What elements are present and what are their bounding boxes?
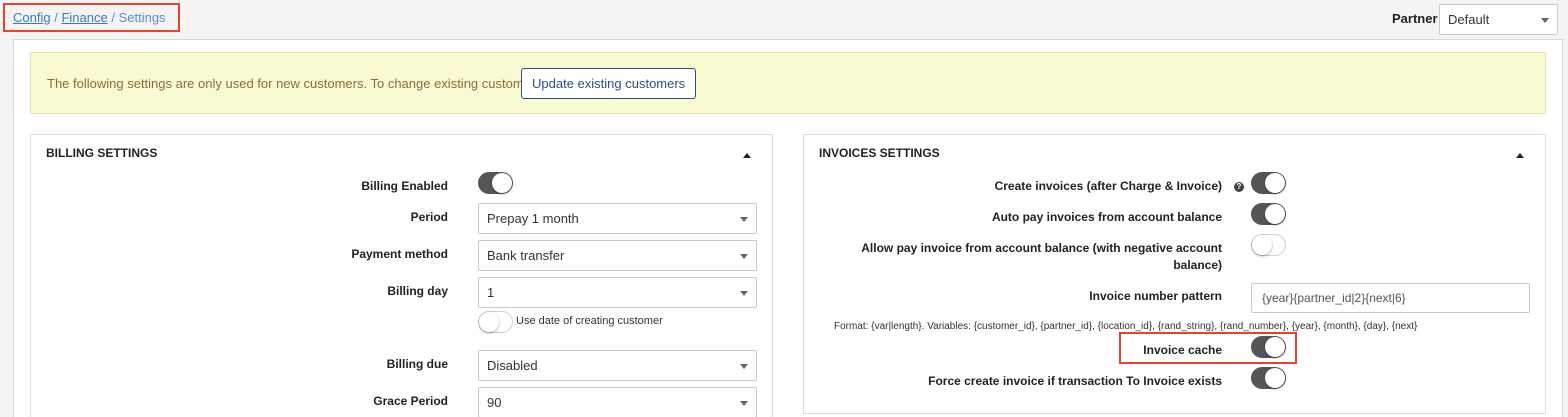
grace-period-select-value: 90 — [487, 395, 502, 410]
chevron-down-icon — [740, 401, 748, 406]
breadcrumb: Config / Finance / Settings — [3, 3, 180, 32]
partner-select-value: Default — [1448, 12, 1490, 27]
chevron-down-icon — [1541, 18, 1549, 23]
partner-label: Partner — [1392, 11, 1438, 26]
allow-pay-label-continued: balance) — [1173, 258, 1222, 272]
breadcrumb-separator: / — [111, 10, 115, 25]
billing-day-select[interactable]: 1 — [478, 277, 757, 308]
billing-day-select-value: 1 — [487, 285, 495, 300]
period-label: Period — [410, 210, 448, 224]
billing-due-select[interactable]: Disabled — [478, 350, 757, 381]
breadcrumb-link-finance[interactable]: Finance — [61, 10, 107, 25]
notice-text: The following settings are only used for… — [47, 76, 546, 91]
payment-method-select-value: Bank transfer — [487, 248, 565, 263]
auto-pay-toggle[interactable] — [1251, 203, 1286, 225]
invoice-number-pattern-input[interactable]: {year}{partner_id|2}{next|6} — [1251, 283, 1530, 313]
toggle-knob — [1265, 337, 1285, 357]
force-create-label: Force create invoice if transaction To I… — [928, 374, 1222, 388]
format-hint: Format: {var|length}. Variables: {custom… — [834, 321, 1418, 332]
help-icon[interactable]: ? — [1234, 182, 1244, 192]
create-invoices-label: Create invoices (after Charge & Invoice) — [994, 179, 1222, 193]
invoices-settings-panel: INVOICES SETTINGS — [803, 134, 1546, 414]
billing-due-select-value: Disabled — [487, 358, 538, 373]
toggle-knob — [1265, 368, 1285, 388]
payment-method-select[interactable]: Bank transfer — [478, 240, 757, 271]
use-date-label: Use date of creating customer — [516, 315, 663, 327]
toggle-knob — [1252, 235, 1272, 255]
allow-pay-toggle[interactable] — [1251, 234, 1286, 256]
billing-day-label: Billing day — [387, 284, 448, 298]
payment-method-label: Payment method — [351, 247, 448, 261]
notice-banner: The following settings are only used for… — [30, 52, 1546, 114]
toggle-knob — [1265, 173, 1285, 193]
auto-pay-label: Auto pay invoices from account balance — [991, 210, 1222, 224]
breadcrumb-link-config[interactable]: Config — [13, 10, 51, 25]
grace-period-label: Grace Period — [373, 394, 448, 408]
collapse-arrow-icon[interactable] — [743, 153, 751, 158]
invoices-settings-title: INVOICES SETTINGS — [819, 146, 940, 160]
billing-enabled-label: Billing Enabled — [361, 179, 448, 193]
chevron-down-icon — [740, 291, 748, 296]
billing-settings-title: BILLING SETTINGS — [46, 146, 158, 160]
update-existing-customers-button[interactable]: Update existing customers — [521, 68, 697, 99]
allow-pay-label: Allow pay invoice from account balance (… — [861, 241, 1222, 255]
invoice-cache-label: Invoice cache — [1143, 343, 1222, 357]
create-invoices-toggle[interactable] — [1251, 172, 1286, 194]
force-create-toggle[interactable] — [1251, 367, 1286, 389]
period-select[interactable]: Prepay 1 month — [478, 203, 757, 234]
billing-due-label: Billing due — [386, 357, 448, 371]
top-bar: Config / Finance / Settings Partner Defa… — [0, 0, 1568, 38]
breadcrumb-current: Settings — [118, 10, 166, 25]
chevron-down-icon — [740, 217, 748, 222]
toggle-knob — [479, 312, 499, 332]
chevron-down-icon — [740, 254, 748, 259]
use-date-toggle[interactable] — [478, 311, 513, 333]
period-select-value: Prepay 1 month — [487, 211, 579, 226]
chevron-down-icon — [740, 364, 748, 369]
billing-enabled-toggle[interactable] — [478, 172, 513, 194]
toggle-knob — [1265, 204, 1285, 224]
collapse-arrow-icon[interactable] — [1516, 153, 1524, 158]
toggle-knob — [492, 173, 512, 193]
partner-select[interactable]: Default — [1439, 4, 1558, 35]
invoice-cache-toggle[interactable] — [1251, 336, 1286, 358]
invoice-number-pattern-label: Invoice number pattern — [1089, 289, 1222, 303]
grace-period-select[interactable]: 90 — [478, 387, 757, 417]
breadcrumb-separator: / — [54, 10, 58, 25]
